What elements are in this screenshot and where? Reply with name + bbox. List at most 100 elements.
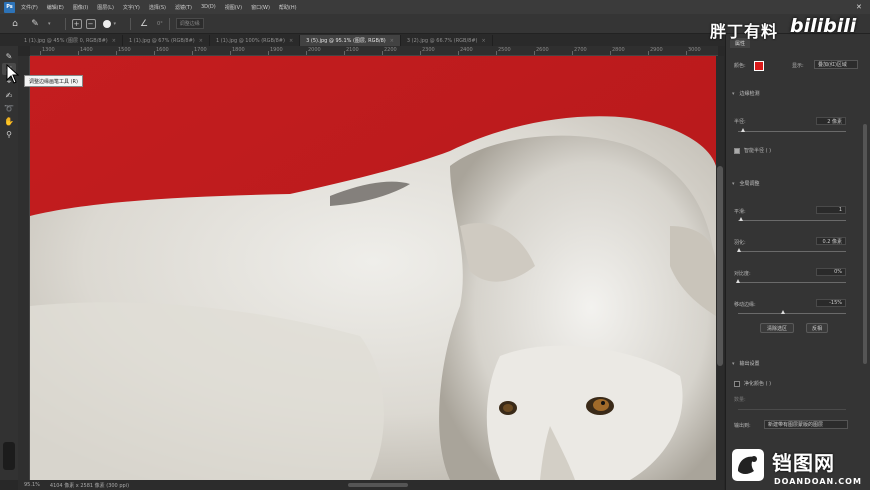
lasso-icon[interactable]: ➰ bbox=[2, 102, 16, 114]
horizontal-scrollbar[interactable] bbox=[348, 483, 408, 487]
watermark-site: 铛图网 DOANDOAN.COM bbox=[728, 447, 870, 490]
menu-layer[interactable]: 图层(L) bbox=[97, 4, 114, 11]
brush-icon[interactable]: ✍ bbox=[2, 89, 16, 101]
menu-image[interactable]: 图像(I) bbox=[73, 4, 88, 11]
view-mode-icon[interactable] bbox=[3, 442, 15, 470]
scrollbar-thumb[interactable] bbox=[717, 166, 723, 366]
smooth-field[interactable]: 1 bbox=[816, 206, 846, 214]
hand-icon[interactable]: ✋ bbox=[2, 115, 16, 127]
feather-slider-thumb[interactable] bbox=[737, 248, 742, 252]
radius-slider[interactable] bbox=[738, 131, 846, 132]
close-icon[interactable]: × bbox=[481, 38, 485, 44]
smooth-slider-thumb[interactable] bbox=[739, 217, 744, 221]
output-settings-header[interactable]: ▾ 输出设置 bbox=[732, 360, 760, 368]
color-label: 颜色: bbox=[734, 63, 746, 69]
ruler-tick-label: 2100 bbox=[346, 47, 359, 53]
home-icon[interactable]: ⌂ bbox=[8, 17, 22, 31]
menu-filter[interactable]: 滤镜(T) bbox=[175, 4, 192, 11]
chevron-down-icon: ▾ bbox=[732, 360, 735, 367]
amount-slider[interactable] bbox=[738, 409, 846, 410]
close-icon[interactable]: ✕ bbox=[856, 3, 862, 11]
tab-document-5[interactable]: 3 (2).jpg @ 66.7% (RGB/8#) × bbox=[401, 35, 493, 46]
ruler-tick-label: 1900 bbox=[270, 47, 283, 53]
site-logo-icon bbox=[732, 449, 764, 481]
refine-edge-field[interactable]: 调整边缘 bbox=[175, 18, 204, 29]
close-icon[interactable]: × bbox=[289, 38, 293, 44]
close-icon[interactable]: × bbox=[390, 38, 394, 44]
ruler-tick-label: 1500 bbox=[118, 47, 131, 53]
close-icon[interactable]: × bbox=[199, 38, 203, 44]
ruler-tick bbox=[610, 51, 611, 55]
shift-edge-field[interactable]: -15% bbox=[816, 299, 846, 307]
menu-window[interactable]: 窗口(W) bbox=[251, 4, 270, 11]
contrast-field[interactable]: 0% bbox=[816, 268, 846, 276]
menu-help[interactable]: 帮助(H) bbox=[279, 4, 297, 11]
angle-icon[interactable]: ∠ bbox=[137, 17, 151, 31]
menu-type[interactable]: 文字(Y) bbox=[123, 4, 140, 11]
shift-edge-row: 移动边缘: bbox=[734, 302, 756, 308]
menu-edit[interactable]: 编辑(E) bbox=[47, 4, 64, 11]
add-mode-icon[interactable]: + bbox=[71, 18, 82, 29]
smart-radius-row[interactable]: 智能半径 ( ) bbox=[734, 147, 771, 154]
chevron-down-icon[interactable]: ▾ bbox=[48, 21, 51, 27]
ruler-tick bbox=[192, 51, 193, 55]
cursor-arrow-icon bbox=[6, 64, 20, 84]
divider bbox=[130, 17, 132, 30]
feather-field[interactable]: 0.2 像素 bbox=[816, 237, 846, 245]
close-icon[interactable]: × bbox=[112, 38, 116, 44]
document-info: 4104 像素 x 2581 像素 (300 ppi) bbox=[49, 482, 130, 489]
ruler-tick bbox=[344, 51, 345, 55]
radius-label: 半径: bbox=[734, 119, 746, 125]
tab-document-1[interactable]: 1 (1).jpg @ 45% (图层 0, RGB/8#) × bbox=[18, 35, 123, 46]
radius-field[interactable]: 2 像素 bbox=[816, 117, 846, 125]
radius-slider-thumb[interactable] bbox=[741, 128, 746, 132]
ruler-horizontal[interactable]: 1300 1400 1500 1600 1700 1800 1900 2000 2100 2200… bbox=[30, 46, 718, 56]
ruler-tick-label: 2600 bbox=[536, 47, 549, 53]
ruler-tick bbox=[496, 51, 497, 55]
panel-scrollbar[interactable] bbox=[863, 124, 867, 364]
ruler-vertical[interactable] bbox=[18, 56, 30, 480]
menu-3d[interactable]: 3D(D) bbox=[201, 4, 216, 10]
menu-select[interactable]: 选择(S) bbox=[149, 4, 166, 11]
overlay-color-swatch[interactable] bbox=[754, 61, 764, 71]
smart-radius-checkbox[interactable] bbox=[734, 147, 740, 154]
ruler-tick-label: 2300 bbox=[422, 47, 435, 53]
menu-file[interactable]: 文件(F) bbox=[21, 4, 38, 11]
menu-view[interactable]: 视图(V) bbox=[225, 4, 242, 11]
zoom-icon[interactable]: ⚲ bbox=[2, 128, 16, 140]
contrast-slider[interactable] bbox=[738, 282, 846, 283]
invert-button[interactable]: 反相 bbox=[806, 323, 828, 333]
smooth-slider[interactable] bbox=[738, 220, 846, 221]
tab-document-active[interactable]: 3 (5).jpg @ 95.1% (图层, RGB/8) × bbox=[300, 35, 401, 46]
ruler-tick-label: 2000 bbox=[308, 47, 321, 53]
tab-document-3[interactable]: 1 (1).jpg @ 100% (RGB/8#) × bbox=[210, 35, 301, 46]
ruler-tick bbox=[154, 51, 155, 55]
global-refinements-header[interactable]: ▾ 全局调整 bbox=[732, 180, 760, 188]
ruler-tick-label: 3000 bbox=[688, 47, 701, 53]
ruler-tick-label: 1700 bbox=[194, 47, 207, 53]
clear-selection-button[interactable]: 清除选区 bbox=[760, 323, 794, 333]
brush-tool-icon[interactable]: ✎ bbox=[2, 50, 16, 62]
properties-panel: 属性 颜色: 显示: 叠加(红)区域 ▾ 边缘检测 半径: 2 像素 智能半径 … bbox=[725, 34, 870, 490]
shift-edge-slider-thumb[interactable] bbox=[781, 310, 786, 314]
smooth-row: 平滑: bbox=[734, 209, 746, 215]
shift-edge-slider[interactable] bbox=[738, 313, 846, 314]
watermark-author: 胖丁有料 bbox=[710, 22, 779, 41]
decontaminate-row[interactable]: 净化颜色 ( ) bbox=[734, 380, 771, 387]
display-mode-select[interactable]: 叠加(红)区域 bbox=[814, 60, 858, 69]
chevron-down-icon[interactable]: ▾ bbox=[114, 21, 117, 27]
subtract-mode-icon[interactable]: − bbox=[85, 18, 96, 29]
brush-size-icon[interactable] bbox=[102, 19, 111, 28]
vertical-scrollbar[interactable] bbox=[716, 56, 724, 480]
decontaminate-checkbox[interactable] bbox=[734, 380, 740, 387]
edge-detection-header[interactable]: ▾ 边缘检测 bbox=[732, 90, 760, 98]
refine-brush-icon[interactable]: ✎ bbox=[28, 17, 42, 31]
ruler-tick-label: 2900 bbox=[650, 47, 663, 53]
tab-document-2[interactable]: 1 (1).jpg @ 67% (RGB/8#) × bbox=[123, 35, 210, 46]
output-to-select[interactable]: 新建带有图层蒙版的图层 bbox=[764, 420, 848, 429]
zoom-level[interactable]: 95.1% bbox=[24, 482, 40, 488]
ruler-tick-label: 1300 bbox=[42, 47, 55, 53]
feather-slider[interactable] bbox=[738, 251, 846, 252]
contrast-slider-thumb[interactable] bbox=[736, 279, 740, 283]
image-canvas[interactable] bbox=[30, 56, 716, 480]
